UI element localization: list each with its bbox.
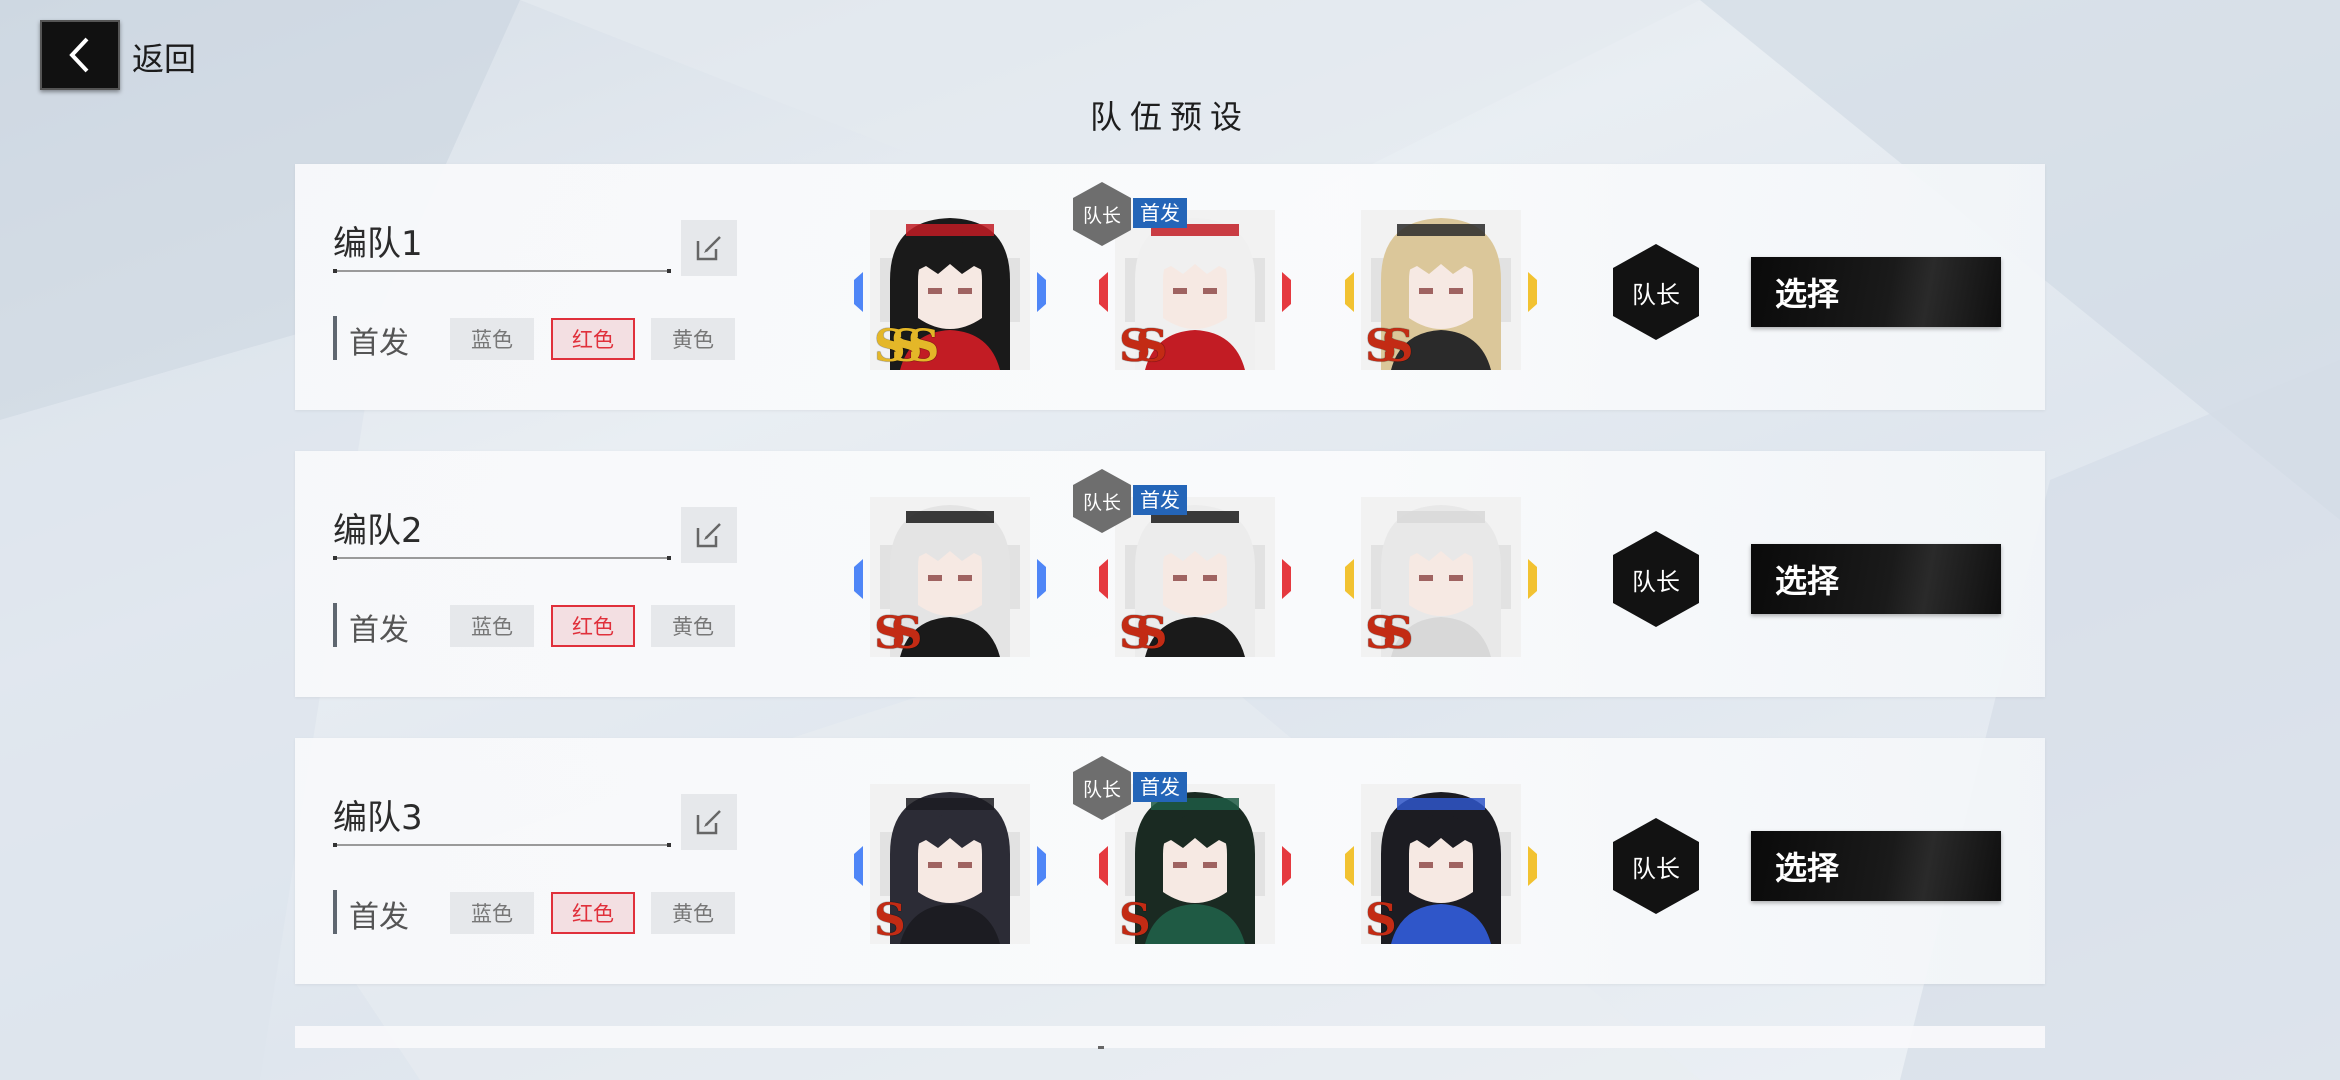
leader-button[interactable]: 队长 — [1613, 244, 1699, 340]
edit-icon — [696, 236, 721, 261]
character-portrait: S — [1361, 784, 1521, 944]
color-option-button[interactable]: 红色 — [551, 892, 635, 934]
character-portrait: SS — [870, 497, 1030, 657]
team-card-partial — [295, 1026, 2045, 1048]
name-underline — [333, 843, 671, 847]
first-tag: 首发 — [1133, 772, 1187, 802]
element-marker — [1282, 559, 1291, 599]
element-marker — [1099, 846, 1108, 886]
grade-badge: SS — [874, 608, 922, 657]
element-marker — [854, 846, 863, 886]
edit-icon — [696, 523, 721, 548]
first-tag: 首发 — [1133, 198, 1187, 228]
team-name: 编队1 — [333, 224, 423, 264]
color-option-button[interactable]: 蓝色 — [450, 318, 534, 360]
character-portrait: SS — [1115, 210, 1275, 370]
grade-badge: SS — [1365, 321, 1413, 370]
character-portrait: S — [870, 784, 1030, 944]
grade-badge: SS — [1119, 321, 1167, 370]
team-card: 编队2 首发 蓝色 红色 黄色 SS SS 队长 首发 SS 队长 选择 — [295, 451, 2045, 697]
member-slot[interactable]: SS — [854, 497, 1046, 657]
select-button[interactable]: 选择 — [1751, 544, 2001, 614]
lead-label: 首发 — [349, 900, 409, 935]
scroll-indicator — [1098, 1046, 1104, 1049]
back-button[interactable] — [40, 20, 120, 90]
element-marker — [854, 272, 863, 312]
leader-button[interactable]: 队长 — [1613, 818, 1699, 914]
element-marker — [854, 559, 863, 599]
chevron-left-icon — [69, 37, 89, 73]
lead-label-bar — [333, 603, 337, 647]
team-name: 编队3 — [333, 798, 423, 838]
element-marker — [1282, 272, 1291, 312]
element-marker — [1282, 846, 1291, 886]
page-title: 队伍预设 — [1089, 98, 1250, 136]
element-marker — [1528, 846, 1537, 886]
member-slot[interactable]: SS 队长 首发 — [1073, 182, 1291, 370]
grade-badge: S — [1119, 895, 1151, 944]
grade-badge: SSS — [874, 321, 940, 370]
character-portrait: S — [1115, 784, 1275, 944]
character-portrait-art — [1361, 784, 1521, 944]
team-card: 编队1 首发 蓝色 红色 黄色 SSS SS 队长 首发 SS 队长 选择 — [295, 164, 2045, 410]
rename-button[interactable] — [681, 794, 737, 850]
element-marker — [1345, 846, 1354, 886]
color-option-button[interactable]: 蓝色 — [450, 892, 534, 934]
character-portrait-art — [870, 784, 1030, 944]
character-portrait: SS — [1361, 497, 1521, 657]
color-option-button[interactable]: 蓝色 — [450, 605, 534, 647]
select-button[interactable]: 选择 — [1751, 257, 2001, 327]
element-marker — [1037, 272, 1046, 312]
element-marker — [1099, 559, 1108, 599]
member-slot[interactable]: S — [1345, 784, 1537, 944]
lead-label: 首发 — [349, 326, 409, 361]
element-marker — [1037, 559, 1046, 599]
lead-label-bar — [333, 890, 337, 934]
name-underline — [333, 556, 671, 560]
team-name: 编队2 — [333, 511, 423, 551]
character-portrait: SSS — [870, 210, 1030, 370]
lead-label-bar — [333, 316, 337, 360]
element-marker — [1099, 272, 1108, 312]
grade-badge: S — [874, 895, 906, 944]
color-option-button[interactable]: 红色 — [551, 605, 635, 647]
back-label[interactable]: 返回 — [132, 34, 196, 80]
color-option-button[interactable]: 黄色 — [651, 318, 735, 360]
select-button[interactable]: 选择 — [1751, 831, 2001, 901]
color-option-button[interactable]: 黄色 — [651, 892, 735, 934]
edit-icon — [696, 810, 721, 835]
color-option-button[interactable]: 红色 — [551, 318, 635, 360]
rename-button[interactable] — [681, 220, 737, 276]
leader-button[interactable]: 队长 — [1613, 531, 1699, 627]
character-portrait-art — [1115, 784, 1275, 944]
first-tag: 首发 — [1133, 485, 1187, 515]
team-card: 编队3 首发 蓝色 红色 黄色 S S 队长 首发 S 队长 选择 — [295, 738, 2045, 984]
grade-badge: SS — [1365, 608, 1413, 657]
rename-button[interactable] — [681, 507, 737, 563]
character-portrait: SS — [1115, 497, 1275, 657]
member-slot[interactable]: SS — [1345, 210, 1537, 370]
element-marker — [1528, 272, 1537, 312]
grade-badge: SS — [1119, 608, 1167, 657]
element-marker — [1528, 559, 1537, 599]
name-underline — [333, 269, 671, 273]
color-option-button[interactable]: 黄色 — [651, 605, 735, 647]
member-slot[interactable]: SS 队长 首发 — [1073, 469, 1291, 657]
element-marker — [1345, 559, 1354, 599]
element-marker — [1037, 846, 1046, 886]
character-portrait: SS — [1361, 210, 1521, 370]
grade-badge: S — [1365, 895, 1397, 944]
member-slot[interactable]: S — [854, 784, 1046, 944]
member-slot[interactable]: SS — [1345, 497, 1537, 657]
member-slot[interactable]: SSS — [854, 210, 1046, 370]
lead-label: 首发 — [349, 613, 409, 648]
element-marker — [1345, 272, 1354, 312]
member-slot[interactable]: S 队长 首发 — [1073, 756, 1291, 944]
